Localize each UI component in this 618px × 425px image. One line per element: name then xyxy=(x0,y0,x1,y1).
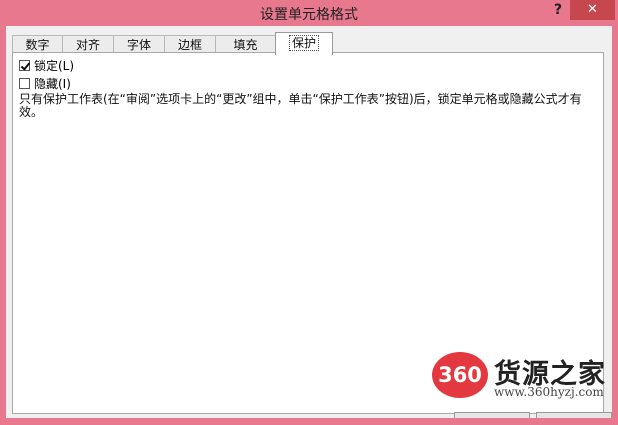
hidden-checkbox[interactable] xyxy=(19,77,30,89)
hidden-label: 隐藏(I) xyxy=(34,76,71,91)
hidden-option[interactable]: 隐藏(I) xyxy=(19,75,71,91)
watermark-url: www.360hyzj.com xyxy=(494,385,604,399)
watermark: 360 货源之家 www.360hyzj.com xyxy=(432,350,612,406)
title-bar[interactable]: 设置单元格格式 ? ✕ xyxy=(0,0,618,26)
tab-label: 保护 xyxy=(288,35,319,51)
format-cells-dialog: 设置单元格格式 ? ✕ 数字 对齐 字体 边框 填充 保护 锁定(L) 隐藏(I… xyxy=(0,0,618,425)
tab-label: 字体 xyxy=(126,38,151,52)
cancel-button[interactable] xyxy=(536,412,612,418)
tab-label: 对齐 xyxy=(75,38,100,52)
dialog-title: 设置单元格格式 xyxy=(260,7,358,23)
help-button[interactable]: ? xyxy=(548,1,568,21)
tab-label: 填充 xyxy=(233,38,258,52)
watermark-logo: 360 xyxy=(432,352,488,398)
ok-button[interactable] xyxy=(454,412,530,418)
close-icon: ✕ xyxy=(587,2,598,17)
locked-label: 锁定(L) xyxy=(34,58,75,73)
tab-label: 边框 xyxy=(177,38,202,52)
tab-label: 数字 xyxy=(25,38,50,52)
tab-protection[interactable]: 保护 xyxy=(275,32,333,55)
locked-checkbox[interactable] xyxy=(19,59,30,71)
close-button[interactable]: ✕ xyxy=(570,0,615,20)
protection-description: 只有保护工作表(在“审阅”选项卡上的“更改”组中，单击“保护工作表”按钮)后，锁… xyxy=(19,92,582,119)
locked-option[interactable]: 锁定(L) xyxy=(19,57,74,73)
